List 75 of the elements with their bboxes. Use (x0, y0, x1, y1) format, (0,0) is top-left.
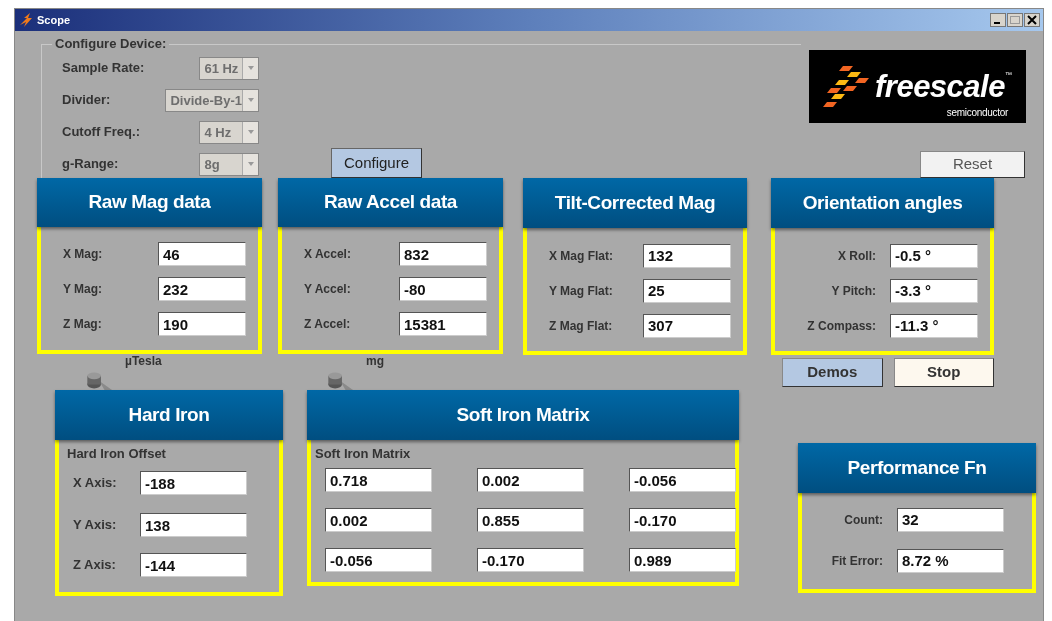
knob-icon (85, 370, 113, 390)
field-label: Z Axis: (72, 556, 117, 575)
field-label: Z Compass: (806, 317, 877, 335)
value-field[interactable]: -0.5 ° (890, 243, 978, 268)
value-field[interactable]: -0.056 (629, 468, 736, 492)
callout-header: Orientation angles (771, 178, 994, 228)
value-field[interactable]: 0.002 (477, 468, 584, 492)
value-field[interactable]: 15381 (399, 312, 487, 337)
field-label: Cutoff Freq.: (62, 123, 141, 142)
callout-header: Tilt-Corrected Mag (523, 178, 747, 228)
brand-name: freescale (875, 71, 1005, 102)
field-label: Y Axis: (72, 516, 118, 535)
field-label: Count: (843, 511, 884, 529)
unit-label: µTesla (125, 353, 163, 368)
field-label: Y Accel: (304, 281, 352, 299)
callout-header: Performance Fn (798, 443, 1036, 493)
field-label: Z Accel: (304, 316, 352, 334)
value-field[interactable]: -0.056 (325, 548, 432, 572)
group-caption: Soft Iron Matrix (315, 446, 412, 462)
demos-button[interactable]: Demos (782, 358, 883, 387)
callout-header: Raw Mag data (37, 178, 262, 227)
value-field[interactable]: 0.989 (629, 548, 736, 572)
value-field[interactable]: 232 (158, 277, 246, 302)
value-field[interactable]: 32 (897, 507, 1004, 532)
value-field[interactable]: -144 (140, 553, 247, 577)
field-label: Z Mag Flat: (549, 317, 614, 335)
value-field[interactable]: -0.170 (477, 548, 584, 572)
field-label: X Roll: (837, 247, 877, 265)
dropdown-arrow-icon (246, 97, 255, 103)
knob-icon (326, 370, 354, 390)
unit-label: mg (366, 353, 385, 368)
close-button[interactable] (1024, 13, 1040, 27)
value-field[interactable]: 46 (158, 242, 246, 267)
value-field[interactable]: -188 (140, 471, 247, 495)
dropdown-arrow-icon (246, 65, 255, 71)
value-field[interactable]: 132 (643, 243, 731, 268)
brand-tagline: semiconductor (946, 108, 1008, 118)
value-field[interactable]: 0.002 (325, 508, 432, 532)
reset-button[interactable]: Reset (920, 151, 1025, 178)
field-label: Y Pitch: (830, 282, 877, 300)
value-field[interactable]: 190 (158, 312, 246, 337)
dropdown-arrow-icon (246, 161, 255, 167)
value-field[interactable]: 8.72 % (897, 548, 1004, 573)
callout-header: Soft Iron Matrix (307, 390, 739, 440)
value-field[interactable]: 25 (643, 278, 731, 303)
stop-button[interactable]: Stop (893, 358, 994, 387)
brand-mark-icon (821, 65, 871, 108)
minimize-button[interactable] (990, 13, 1006, 27)
field-label: Divider: (62, 91, 112, 110)
value-field[interactable]: -11.3 ° (890, 313, 978, 338)
value-field[interactable]: -3.3 ° (890, 278, 978, 303)
configure-button[interactable]: Configure (331, 147, 423, 178)
value-field[interactable]: 138 (140, 513, 247, 537)
field-label: X Mag: (63, 246, 104, 264)
value-field[interactable]: -80 (399, 277, 487, 302)
window-title: Scope (37, 12, 70, 28)
field-label: X Axis: (72, 474, 118, 493)
field-label: Fit Error: (830, 552, 884, 570)
field-label: Sample Rate: (62, 59, 146, 78)
callout-header: Raw Accel data (278, 178, 503, 227)
field-label: Y Mag Flat: (549, 282, 614, 300)
value-field[interactable]: 0.718 (325, 468, 432, 492)
value-field[interactable]: 0.855 (477, 508, 584, 532)
group-legend: Configure Device: (52, 36, 170, 52)
callout-header: Hard Iron (55, 390, 283, 440)
value-field[interactable]: -0.170 (629, 508, 736, 532)
value-field[interactable]: 832 (399, 242, 487, 267)
dropdown-arrow-icon (246, 129, 255, 135)
field-label: X Accel: (304, 246, 352, 264)
field-label: g-Range: (62, 155, 120, 174)
group-caption: Hard Iron Offset (67, 446, 167, 462)
value-field[interactable]: 307 (643, 313, 731, 338)
field-label: Y Mag: (63, 281, 104, 299)
field-label: X Mag Flat: (549, 247, 614, 265)
field-label: Z Mag: (63, 316, 103, 334)
